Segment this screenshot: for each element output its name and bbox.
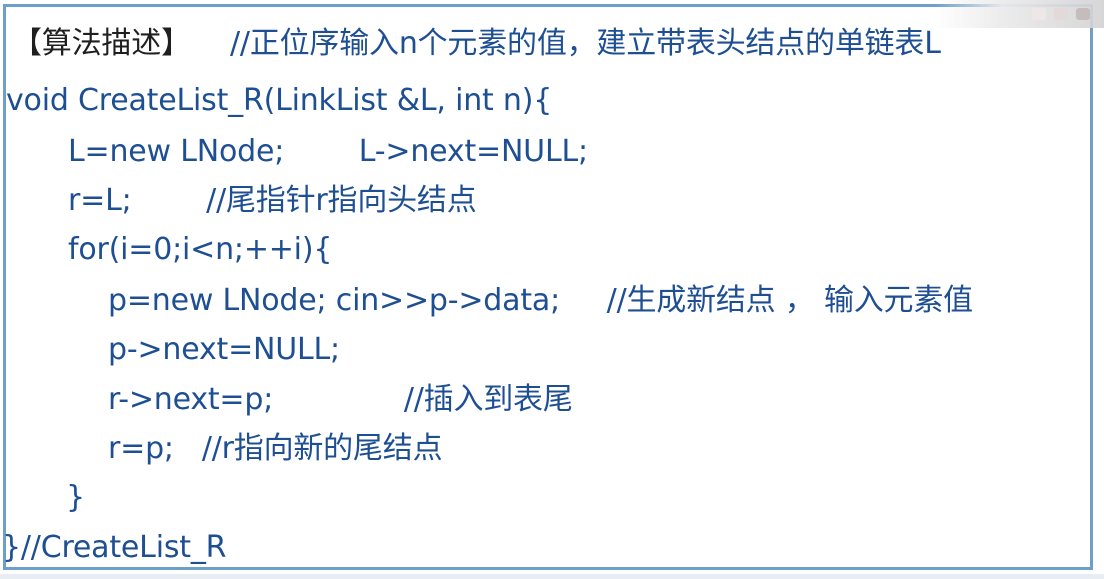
- code-line-8: r=p; //r指向新的尾结点: [108, 431, 443, 466]
- code-line-2: L=new LNode; L->next=NULL;: [68, 134, 588, 169]
- code-line-1: void CreateList_R(LinkList &L, int n){: [6, 83, 553, 118]
- heading-comment: //正位序输入n个元素的值，建立带表头结点的单链表L: [230, 26, 941, 61]
- code-line-5: p=new LNode; cin>>p->data; //生成新结点 ， 输入元…: [108, 283, 973, 318]
- code-line-3: r=L; //尾指针r指向头结点: [68, 183, 477, 218]
- code-line-7: r->next=p; //插入到表尾: [108, 382, 573, 417]
- code-line-6: p->next=NULL;: [108, 332, 340, 367]
- code-line-10: }//CreateList_R: [2, 530, 227, 565]
- code-line-4: for(i=0;i<n;++i){: [68, 232, 333, 267]
- bottom-strip: [0, 574, 1104, 579]
- algorithm-heading: 【算法描述】: [12, 26, 191, 61]
- slide: 【算法描述】 //正位序输入n个元素的值，建立带表头结点的单链表L void C…: [0, 0, 1104, 579]
- code-line-9: }: [66, 480, 85, 515]
- window-corner-glare: [934, 0, 1104, 28]
- glare-dot-2: [1054, 8, 1068, 20]
- glare-dot-1: [1032, 8, 1046, 20]
- glare-dot-3: [1076, 8, 1090, 20]
